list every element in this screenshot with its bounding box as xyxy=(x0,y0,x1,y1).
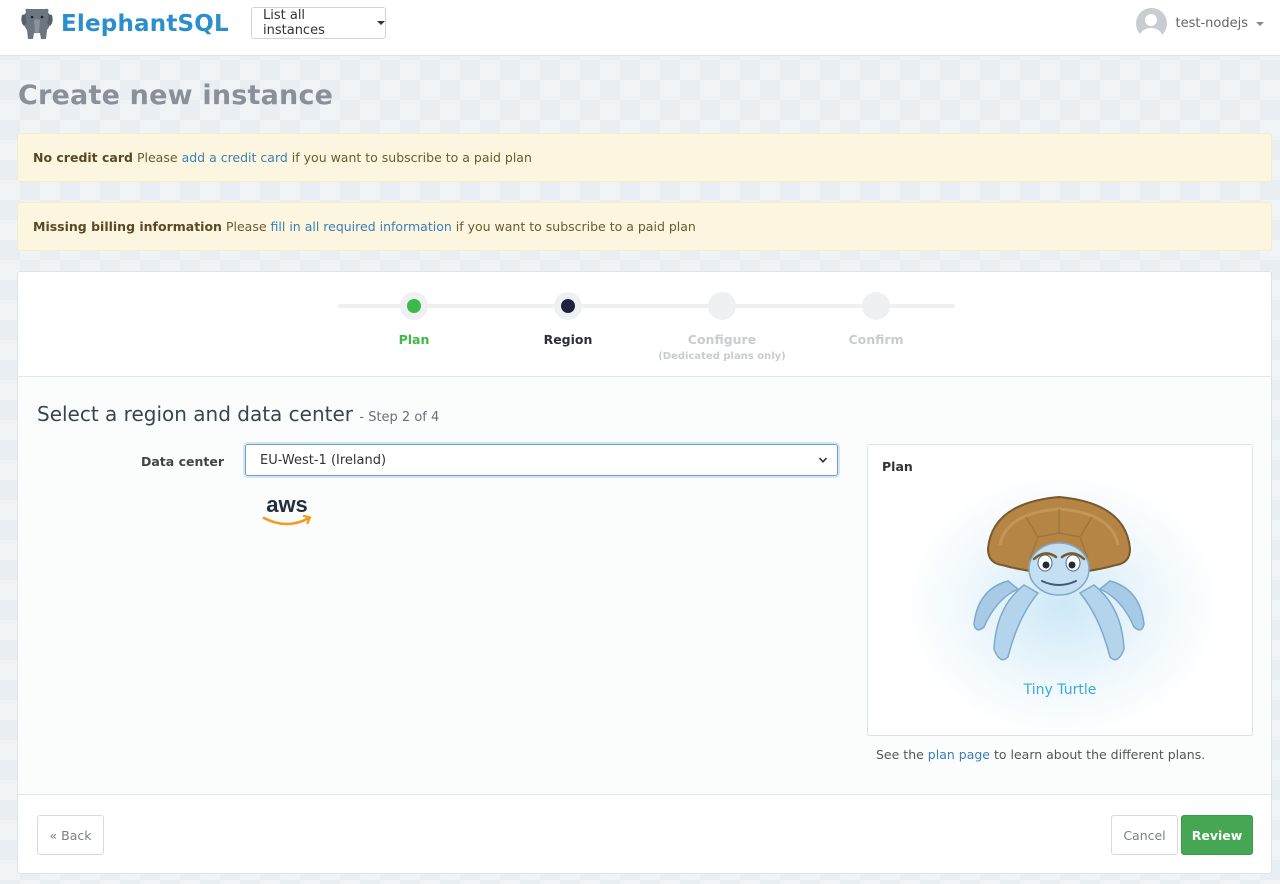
plan-note: See the plan page to learn about the dif… xyxy=(876,747,1205,762)
elephant-logo-icon xyxy=(21,8,53,40)
alert-text-after: if you want to subscribe to a paid plan xyxy=(291,150,532,165)
step-configure-label: Configure xyxy=(687,332,757,347)
wizard-stepper: Plan Region Configure (Dedicated plans o… xyxy=(18,272,1271,377)
step-confirm-label: Confirm xyxy=(848,332,904,347)
plan-note-before: See the xyxy=(876,747,924,762)
aws-logo-icon: aws xyxy=(262,492,312,526)
review-button[interactable]: Review xyxy=(1181,815,1253,855)
data-center-value: EU-West-1 (Ireland) xyxy=(260,452,387,468)
step-plan-indicator xyxy=(400,292,428,320)
add-credit-card-link[interactable]: add a credit card xyxy=(182,150,288,165)
step-plan-label: Plan xyxy=(398,332,430,347)
alert-text-before: Please xyxy=(136,150,178,165)
caret-down-icon xyxy=(377,21,385,25)
alert-missing-billing: Missing billing information Please fill … xyxy=(17,202,1272,251)
step-region-label: Region xyxy=(543,332,593,347)
back-button[interactable]: « Back xyxy=(37,815,104,855)
section-heading: Select a region and data center xyxy=(37,402,354,426)
step-dot xyxy=(407,299,421,313)
step-confirm-indicator xyxy=(862,292,890,320)
data-center-select[interactable]: EU-West-1 (Ireland) xyxy=(245,444,838,476)
brand-name: ElephantSQL xyxy=(61,11,229,37)
section-title: Select a region and data center - Step 2… xyxy=(37,402,439,426)
region-section: Select a region and data center - Step 2… xyxy=(18,377,1271,794)
caret-down-icon xyxy=(1256,21,1264,26)
user-menu[interactable]: test-nodejs xyxy=(1135,8,1264,39)
top-navbar: ElephantSQL List all instances test-node… xyxy=(0,0,1280,56)
step-dot xyxy=(561,299,575,313)
username: test-nodejs xyxy=(1175,16,1248,31)
list-instances-dropdown[interactable]: List all instances xyxy=(251,7,386,39)
chevron-down-icon xyxy=(818,457,828,463)
step-configure-sublabel: (Dedicated plans only) xyxy=(658,351,786,362)
wizard-footer: « Back Cancel Review xyxy=(18,794,1271,874)
plan-note-after: to learn about the different plans. xyxy=(993,747,1206,762)
create-instance-card: Plan Region Configure (Dedicated plans o… xyxy=(17,271,1272,874)
step-configure-indicator xyxy=(708,292,736,320)
list-instances-label: List all instances xyxy=(263,8,325,38)
alert-strong: Missing billing information xyxy=(33,219,222,234)
alert-text-after: if you want to subscribe to a paid plan xyxy=(455,219,696,234)
alert-text-before: Please xyxy=(225,219,267,234)
fill-billing-info-link[interactable]: fill in all required information xyxy=(271,219,452,234)
aws-logo-text: aws xyxy=(266,492,308,517)
page-title: Create new instance xyxy=(18,80,334,111)
data-center-label: Data center xyxy=(141,454,224,469)
avatar xyxy=(1135,8,1167,39)
turtle-mascot-icon xyxy=(973,495,1145,661)
plan-page-link[interactable]: plan page xyxy=(928,747,990,762)
alert-strong: No credit card xyxy=(33,150,133,165)
plan-summary-box: Plan Tiny Turtle xyxy=(867,444,1253,736)
cancel-button[interactable]: Cancel xyxy=(1111,815,1178,855)
plan-label: Plan xyxy=(882,459,913,474)
alert-no-credit-card: No credit card Please add a credit card … xyxy=(17,133,1272,182)
brand-link[interactable]: ElephantSQL xyxy=(20,6,229,42)
step-region-indicator xyxy=(554,292,582,320)
step-counter: - Step 2 of 4 xyxy=(359,410,440,425)
plan-name-link[interactable]: Tiny Turtle xyxy=(868,682,1252,698)
